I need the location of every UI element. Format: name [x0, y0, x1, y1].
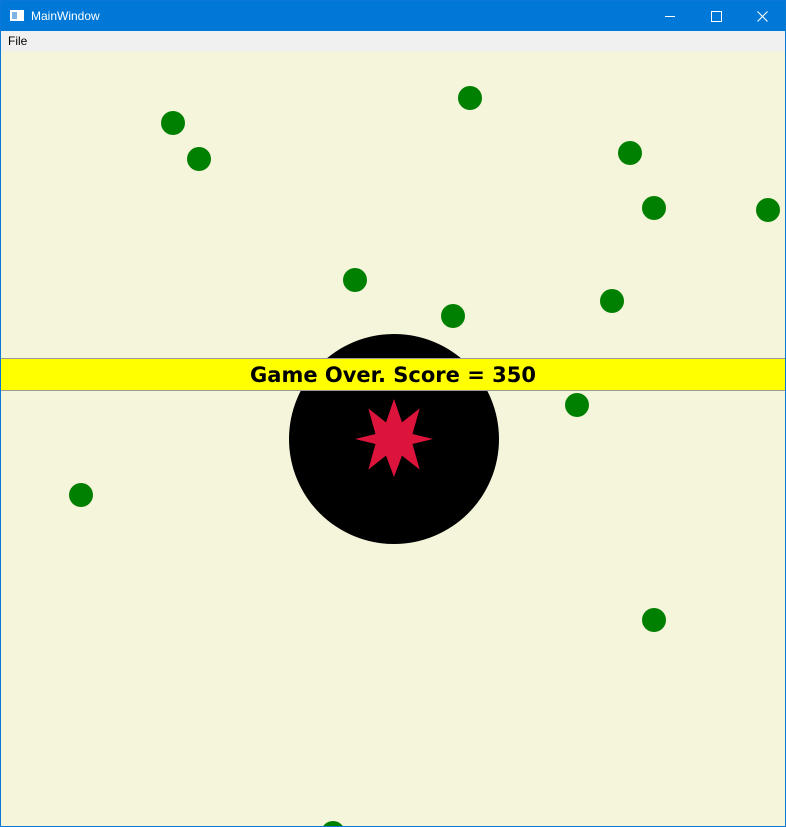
window-title: MainWindow: [31, 9, 100, 23]
enemy-ball: [756, 198, 780, 222]
maximize-button[interactable]: [693, 1, 739, 31]
enemy-ball: [565, 393, 589, 417]
close-button[interactable]: [739, 1, 785, 31]
menu-file[interactable]: File: [8, 34, 27, 48]
maximize-icon: [710, 10, 722, 22]
menu-bar: File: [1, 31, 785, 51]
enemy-ball: [187, 147, 211, 171]
enemy-ball: [69, 483, 93, 507]
enemy-ball: [458, 86, 482, 110]
enemy-ball: [323, 821, 343, 826]
enemy-ball: [618, 141, 642, 165]
enemy-ball: [600, 289, 624, 313]
enemy-ball: [441, 304, 465, 328]
main-window: MainWindow File Game Over. Score = 350: [0, 0, 786, 827]
window-app-icon: [10, 10, 24, 21]
close-icon: [756, 10, 768, 22]
minimize-button[interactable]: [647, 1, 693, 31]
game-canvas[interactable]: Game Over. Score = 350: [1, 51, 785, 826]
minimize-icon: [665, 15, 675, 17]
enemy-ball: [161, 111, 185, 135]
game-over-message: Game Over. Score = 350: [250, 362, 536, 387]
enemy-ball: [343, 268, 367, 292]
game-scene: [69, 86, 780, 826]
game-over-banner: Game Over. Score = 350: [1, 358, 785, 391]
title-bar[interactable]: MainWindow: [1, 1, 785, 31]
enemy-ball: [642, 608, 666, 632]
enemy-ball: [642, 196, 666, 220]
